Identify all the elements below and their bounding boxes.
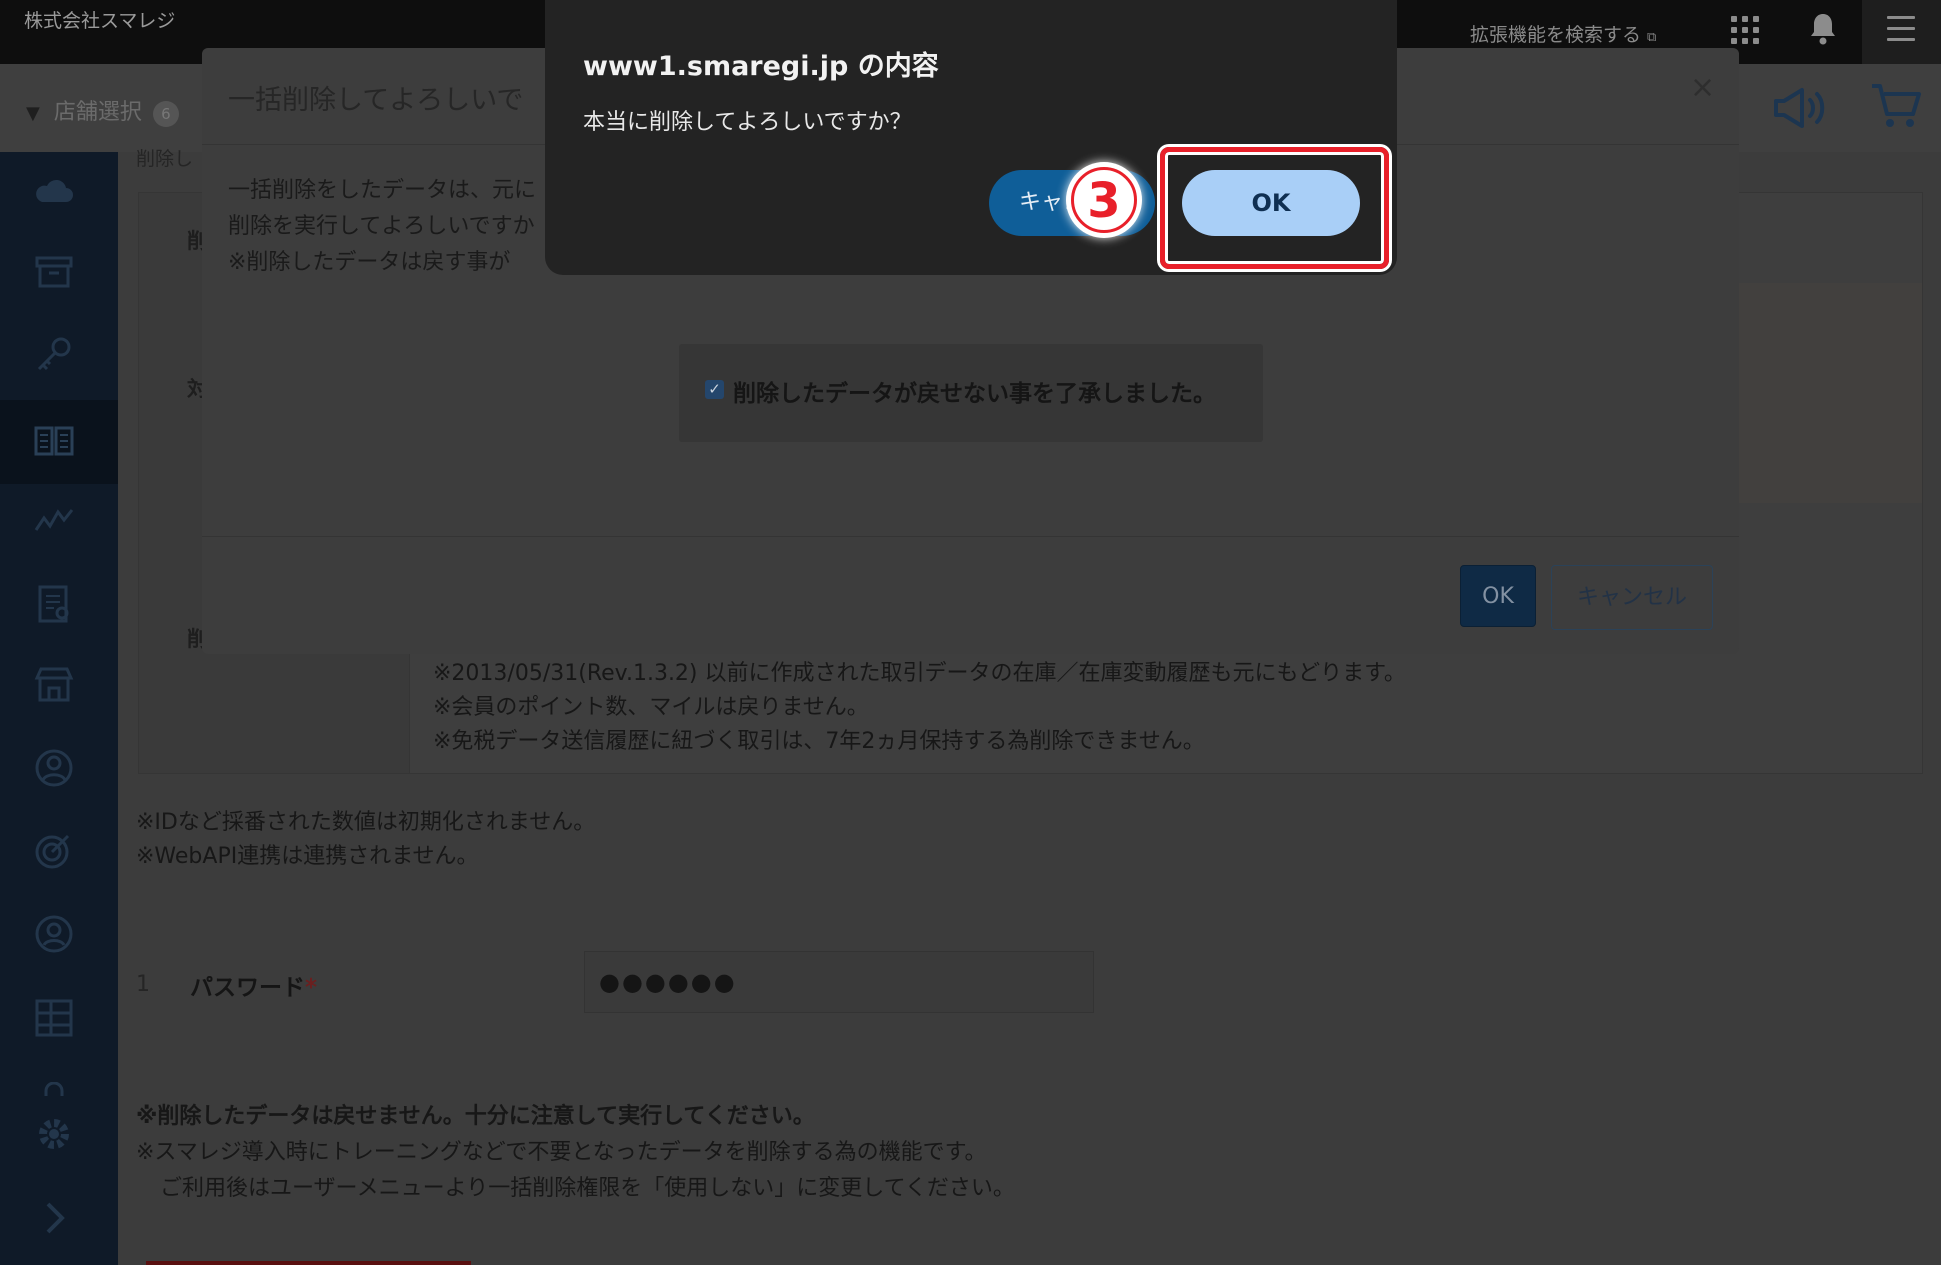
sidebar	[0, 152, 118, 1265]
lock-icon[interactable]	[34, 1082, 74, 1096]
table-note-2: ※会員のポイント数、マイルは戻りません。	[433, 695, 869, 720]
chevron-right-icon[interactable]	[34, 1198, 74, 1238]
store-select-label: 店舗選択	[53, 100, 142, 125]
modal-line-1: 一括削除をしたデータは、元に	[228, 178, 537, 203]
dashboard-grid-icon[interactable]	[34, 998, 74, 1038]
step-badge: 3	[1066, 162, 1142, 238]
ok-highlight-frame	[1160, 147, 1389, 269]
password-label: パスワード*	[190, 975, 318, 1001]
book-icon[interactable]	[34, 420, 74, 460]
delete-button-edge	[146, 1261, 471, 1265]
step-number: 3	[1071, 167, 1137, 233]
store-icon[interactable]	[34, 664, 74, 704]
store-select-dropdown[interactable]: ▼ 店舗選択 6	[26, 94, 179, 127]
caret-down-icon: ▼	[26, 103, 40, 124]
cart-icon[interactable]	[1870, 82, 1922, 134]
store-count-badge: 6	[152, 101, 179, 127]
megaphone-icon[interactable]	[1772, 86, 1830, 134]
acknowledge-box: ✓ 削除したデータが戻せない事を了承しました。	[679, 344, 1263, 442]
modal-line-2: 削除を実行してよろしいですか	[228, 214, 535, 239]
cloud-icon[interactable]	[34, 172, 74, 212]
member-icon[interactable]	[34, 914, 74, 954]
modal-line-3: ※削除したデータは戻す事が	[228, 250, 511, 275]
warning-irreversible: ※削除したデータは戻せません。十分に注意して実行してください。	[136, 1104, 815, 1129]
extension-search-label: 拡張機能を検索する	[1470, 24, 1642, 46]
password-row-number: 1	[136, 972, 150, 997]
breadcrumb: 削除し	[136, 148, 194, 170]
dialog-message: 本当に削除してよろしいですか？	[583, 110, 912, 135]
apps-grid-icon[interactable]	[1731, 16, 1759, 44]
extension-search-link[interactable]: 拡張機能を検索する ⧉	[1470, 20, 1656, 47]
warning-purpose: ※スマレジ導入時にトレーニングなどで不要となったデータを削除する為の機能です。	[136, 1140, 987, 1165]
chart-icon[interactable]	[34, 500, 74, 540]
table-note-3: ※免税データ送信履歴に紐づく取引は、7年2ヵ月保持する為削除できません。	[433, 729, 1205, 754]
external-link-icon: ⧉	[1647, 30, 1657, 45]
required-mark: *	[305, 975, 318, 1001]
user-icon[interactable]	[34, 748, 74, 788]
dialog-title: www1.smaregi.jp の内容	[583, 51, 939, 82]
acknowledge-label[interactable]: 削除したデータが戻せない事を了承しました。	[733, 374, 1216, 408]
company-name: 株式会社スマレジ	[24, 10, 176, 32]
report-icon[interactable]	[34, 584, 74, 624]
bell-icon[interactable]	[1808, 12, 1838, 50]
modal-cancel-button[interactable]: キャンセル	[1551, 565, 1713, 630]
gear-icon[interactable]	[34, 1114, 74, 1154]
modal-title: 一括削除してよろしいで	[228, 85, 524, 116]
table-note-1: ※2013/05/31(Rev.1.3.2) 以前に作成された取引データの在庫／…	[433, 661, 1406, 686]
key-icon[interactable]	[34, 334, 74, 374]
archive-icon[interactable]	[34, 252, 74, 292]
acknowledge-checkbox[interactable]: ✓	[705, 380, 724, 399]
note-webapi: ※WebAPI連携は連携されません。	[136, 844, 479, 869]
password-input[interactable]: ●●●●●●	[584, 951, 1094, 1013]
warning-permission: ご利用後はユーザーメニューより一括削除権限を「使用しない」に変更してください。	[160, 1176, 1015, 1201]
hamburger-menu-icon[interactable]	[1887, 16, 1915, 49]
target-icon[interactable]	[34, 830, 74, 870]
modal-ok-button[interactable]: OK	[1460, 565, 1536, 627]
close-icon[interactable]: ×	[1690, 70, 1715, 105]
note-id: ※IDなど採番された数値は初期化されません。	[136, 810, 596, 835]
